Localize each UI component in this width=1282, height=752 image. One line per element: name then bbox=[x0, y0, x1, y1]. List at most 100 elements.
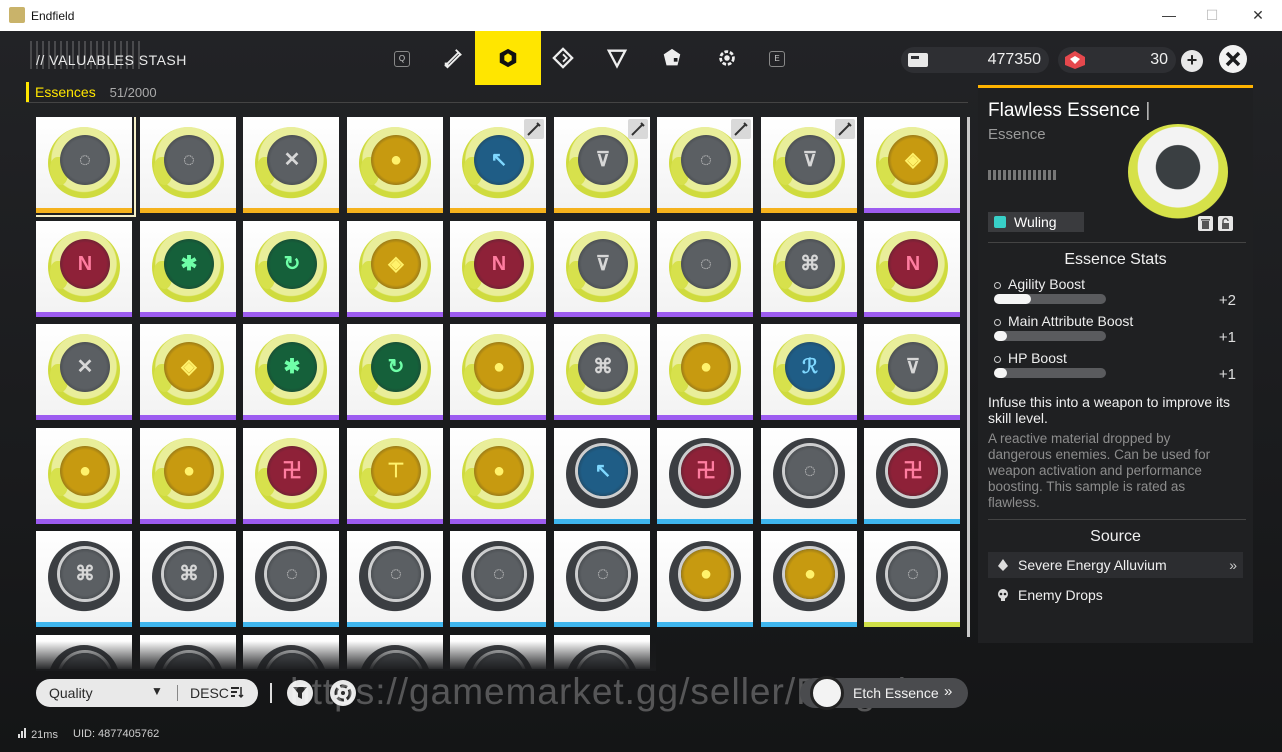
essence-glyph-icon: ↖ bbox=[490, 149, 508, 171]
source-item[interactable]: Severe Energy Alluvium » bbox=[988, 552, 1243, 578]
originium-icon bbox=[1065, 51, 1085, 69]
essence-glyph-icon: ● bbox=[389, 149, 403, 171]
source-divider bbox=[988, 519, 1246, 520]
essence-slot[interactable]: ● bbox=[657, 531, 753, 627]
currency-secondary[interactable]: 30 bbox=[1058, 47, 1176, 73]
essence-glyph-icon: ◌ bbox=[493, 563, 505, 585]
essence-icon: ◌ bbox=[255, 541, 327, 613]
essence-slot[interactable]: ◌ bbox=[36, 117, 136, 217]
currency-primary[interactable]: 477350 bbox=[901, 47, 1049, 73]
stat-value: +1 bbox=[1218, 366, 1236, 383]
skull-icon bbox=[998, 589, 1008, 601]
essence-slot[interactable]: ◈ bbox=[864, 117, 960, 213]
essence-icon: ◌ bbox=[462, 541, 534, 613]
essence-slot[interactable]: ● bbox=[347, 117, 443, 213]
essence-slot[interactable]: ↖ bbox=[554, 428, 650, 524]
essence-slot[interactable]: ◌ bbox=[347, 531, 443, 627]
essence-slot[interactable]: ◈ bbox=[140, 324, 236, 420]
essence-slot[interactable]: ◌ bbox=[657, 221, 753, 317]
close-menu-button[interactable] bbox=[1219, 45, 1247, 73]
essence-slot[interactable]: N bbox=[450, 221, 546, 317]
essence-glyph-icon: ◌ bbox=[804, 460, 816, 482]
essence-slot[interactable]: ● bbox=[450, 324, 546, 420]
essence-slot[interactable]: ⊤ bbox=[347, 428, 443, 524]
essence-slot[interactable]: ↻ bbox=[347, 324, 443, 420]
window-titlebar: Endfield — ☐ ✕ bbox=[0, 0, 1282, 31]
essence-slot[interactable]: ● bbox=[657, 324, 753, 420]
chevron-down-icon[interactable]: ▼ bbox=[151, 684, 163, 698]
prev-tab-key[interactable]: Q bbox=[394, 51, 410, 67]
essence-glyph-icon: ⌘ bbox=[593, 356, 613, 378]
essence-slot[interactable]: ◌ bbox=[243, 531, 339, 627]
maximize-button[interactable]: ☐ bbox=[1197, 5, 1227, 25]
rarity-bar bbox=[140, 312, 236, 317]
essence-glyph-icon: N bbox=[77, 253, 93, 275]
minimize-button[interactable]: — bbox=[1154, 5, 1184, 25]
essence-slot[interactable]: ⊽ bbox=[761, 117, 857, 213]
essence-glyph-icon: ⊽ bbox=[905, 356, 921, 378]
essence-slot[interactable]: ✱ bbox=[243, 324, 339, 420]
essence-slot[interactable]: ⌘ bbox=[761, 221, 857, 317]
essence-slot[interactable]: N bbox=[864, 221, 960, 317]
essence-slot[interactable]: ◌ bbox=[450, 531, 546, 627]
essence-slot[interactable]: ⊽ bbox=[554, 221, 650, 317]
trash-button[interactable] bbox=[1198, 216, 1213, 231]
add-currency-button[interactable]: + bbox=[1181, 50, 1203, 72]
stat-fill bbox=[994, 294, 1031, 304]
essence-slot[interactable]: ● bbox=[761, 531, 857, 627]
essence-icon: ⊤ bbox=[359, 438, 431, 510]
grid-scrollbar-thumb[interactable] bbox=[967, 117, 970, 637]
essence-slot[interactable]: ◌ bbox=[761, 428, 857, 524]
essence-slot[interactable]: ⌘ bbox=[554, 324, 650, 420]
essence-icon: ⌘ bbox=[773, 231, 845, 303]
essence-slot[interactable]: ◌ bbox=[864, 531, 960, 627]
rarity-bar bbox=[450, 208, 546, 213]
essence-glyph-icon: ✕ bbox=[283, 149, 301, 171]
source-item[interactable]: Enemy Drops bbox=[988, 582, 1243, 608]
essence-slot[interactable]: ✕ bbox=[243, 117, 339, 213]
essence-glyph-icon: ◌ bbox=[700, 149, 712, 171]
essence-slot[interactable]: ● bbox=[140, 428, 236, 524]
category-count: 51/2000 bbox=[109, 85, 157, 100]
essence-slot[interactable]: ⌘ bbox=[36, 531, 132, 627]
essence-slot[interactable]: ◌ bbox=[554, 531, 650, 627]
essence-slot[interactable]: ◌ bbox=[140, 117, 236, 213]
essence-slot[interactable]: ◈ bbox=[347, 221, 443, 317]
essence-slot[interactable]: ✕ bbox=[36, 324, 132, 420]
rarity-bar bbox=[761, 415, 857, 420]
essence-slot[interactable]: ↖ bbox=[450, 117, 546, 213]
essence-slot[interactable]: 卍 bbox=[864, 428, 960, 524]
essence-slot[interactable]: 卍 bbox=[657, 428, 753, 524]
essence-slot[interactable]: ⌘ bbox=[140, 531, 236, 627]
essence-glyph-icon: ◌ bbox=[183, 149, 195, 171]
essence-slot[interactable]: ● bbox=[36, 428, 132, 524]
essence-slot[interactable]: 卍 bbox=[243, 428, 339, 524]
etch-essence-button[interactable]: Etch Essence » bbox=[800, 676, 968, 710]
essence-slot[interactable]: ⊽ bbox=[864, 324, 960, 420]
tab-settings[interactable] bbox=[694, 31, 760, 85]
essence-slot[interactable]: N bbox=[36, 221, 132, 317]
essence-icon: ↻ bbox=[359, 334, 431, 406]
sort-control[interactable]: Quality ▼ DESC bbox=[36, 679, 258, 707]
lock-icon bbox=[1222, 217, 1229, 229]
rarity-bar bbox=[761, 312, 857, 317]
essence-glyph-icon: ● bbox=[182, 460, 196, 482]
lock-button[interactable] bbox=[1218, 216, 1233, 231]
essence-slot[interactable]: ✱ bbox=[140, 221, 236, 317]
signal-icon bbox=[18, 728, 26, 738]
essence-slot[interactable]: ● bbox=[450, 428, 546, 524]
next-tab-key[interactable]: E bbox=[769, 51, 785, 67]
sort-select[interactable]: Quality bbox=[49, 685, 93, 701]
close-window-button[interactable]: ✕ bbox=[1243, 5, 1273, 25]
rarity-bar bbox=[864, 519, 960, 524]
sort-order-icon[interactable] bbox=[230, 685, 244, 699]
essence-slot[interactable]: ⊽ bbox=[554, 117, 650, 213]
rarity-bar bbox=[554, 415, 650, 420]
currency-card-icon bbox=[908, 53, 928, 67]
essence-slot[interactable]: ↻ bbox=[243, 221, 339, 317]
equipped-sword-icon bbox=[835, 119, 855, 139]
sort-order-button[interactable]: DESC bbox=[190, 685, 229, 701]
app-icon bbox=[9, 7, 25, 23]
essence-slot[interactable]: ℛ bbox=[761, 324, 857, 420]
essence-slot[interactable]: ◌ bbox=[657, 117, 753, 213]
